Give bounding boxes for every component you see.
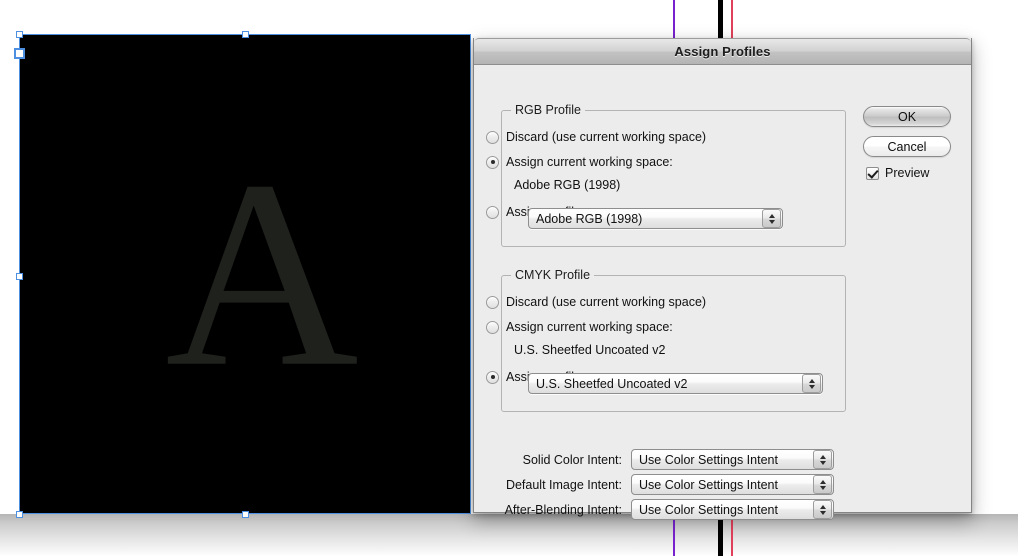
after-blending-intent-select-value: Use Color Settings Intent <box>639 502 778 517</box>
rgb-radio-discard-label: Discard (use current working space) <box>506 130 707 144</box>
default-image-intent-label: Default Image Intent: <box>505 477 622 492</box>
cmyk-profile-select-value: U.S. Sheetfed Uncoated v2 <box>536 376 688 391</box>
chevron-up-icon <box>819 504 826 509</box>
ok-button[interactable]: OK <box>863 106 951 127</box>
radio-indicator[interactable] <box>486 130 499 144</box>
solid-color-intent-row: Solid Color Intent: Use Color Settings I… <box>489 449 839 470</box>
page-shadow-band <box>0 514 1018 556</box>
dialog-body: RGB Profile Discard (use current working… <box>474 65 971 520</box>
chevron-down-icon <box>808 384 815 389</box>
chevron-updown-icon[interactable] <box>813 475 832 494</box>
dialog-title: Assign Profiles <box>674 44 771 59</box>
after-blending-intent-label: After-Blending Intent: <box>504 502 622 517</box>
chevron-updown-icon[interactable] <box>762 209 781 228</box>
chevron-updown-icon[interactable] <box>813 500 832 519</box>
chevron-updown-icon[interactable] <box>802 374 821 393</box>
cmyk-profile-group-legend: CMYK Profile <box>511 268 595 282</box>
solid-color-intent-select[interactable]: Use Color Settings Intent <box>631 449 834 470</box>
default-image-intent-select[interactable]: Use Color Settings Intent <box>631 474 834 495</box>
chevron-updown-icon[interactable] <box>813 450 832 469</box>
chevron-down-icon <box>819 485 826 490</box>
default-image-intent-select-value: Use Color Settings Intent <box>639 477 778 492</box>
assign-profiles-dialog: Assign Profiles RGB Profile Discard (use… <box>473 38 972 520</box>
after-blending-intent-select[interactable]: Use Color Settings Intent <box>631 499 834 520</box>
chevron-down-icon <box>768 219 775 224</box>
preview-checkbox-row[interactable]: Preview <box>866 165 929 181</box>
preview-checkbox-label: Preview <box>885 166 930 180</box>
cmyk-current-working-space-value: U.S. Sheetfed Uncoated v2 <box>514 343 666 357</box>
solid-color-intent-label: Solid Color Intent: <box>522 452 622 467</box>
after-blending-intent-row: After-Blending Intent: Use Color Setting… <box>489 499 839 520</box>
solid-color-intent-select-value: Use Color Settings Intent <box>639 452 778 467</box>
chevron-down-icon <box>819 460 826 465</box>
rgb-profile-select[interactable]: Adobe RGB (1998) <box>528 208 783 229</box>
artwork-letter-a: A <box>165 124 359 422</box>
cancel-button[interactable]: Cancel <box>863 136 951 157</box>
chevron-down-icon <box>819 510 826 515</box>
pasteboard-top <box>0 0 1018 33</box>
cmyk-radio-assign-current-working-space-label: Assign current working space: <box>506 320 673 334</box>
chevron-up-icon <box>819 479 826 484</box>
rgb-current-working-space-value: Adobe RGB (1998) <box>514 178 621 192</box>
radio-indicator[interactable] <box>486 205 499 219</box>
artboard[interactable]: A <box>19 34 471 514</box>
chevron-up-icon <box>808 378 815 383</box>
dialog-titlebar[interactable]: Assign Profiles <box>474 38 971 65</box>
cmyk-radio-discard[interactable]: Discard (use current working space) <box>486 293 706 311</box>
default-image-intent-row: Default Image Intent: Use Color Settings… <box>489 474 839 495</box>
preview-checkbox[interactable] <box>866 166 879 180</box>
cmyk-radio-assign-current-working-space[interactable]: Assign current working space: <box>486 318 673 336</box>
cmyk-profile-select[interactable]: U.S. Sheetfed Uncoated v2 <box>528 373 823 394</box>
radio-indicator[interactable] <box>486 370 499 384</box>
radio-indicator[interactable] <box>486 295 499 309</box>
rgb-profile-group-legend: RGB Profile <box>511 103 585 117</box>
radio-indicator[interactable] <box>486 320 499 334</box>
rgb-profile-select-value: Adobe RGB (1998) <box>536 211 643 226</box>
radio-indicator[interactable] <box>486 155 499 169</box>
chevron-up-icon <box>819 454 826 459</box>
rgb-radio-assign-current-working-space[interactable]: Assign current working space: <box>486 153 673 171</box>
chevron-up-icon <box>768 213 775 218</box>
cmyk-radio-discard-label: Discard (use current working space) <box>506 295 707 309</box>
rgb-radio-assign-current-working-space-label: Assign current working space: <box>506 155 673 169</box>
rgb-radio-discard[interactable]: Discard (use current working space) <box>486 128 706 146</box>
